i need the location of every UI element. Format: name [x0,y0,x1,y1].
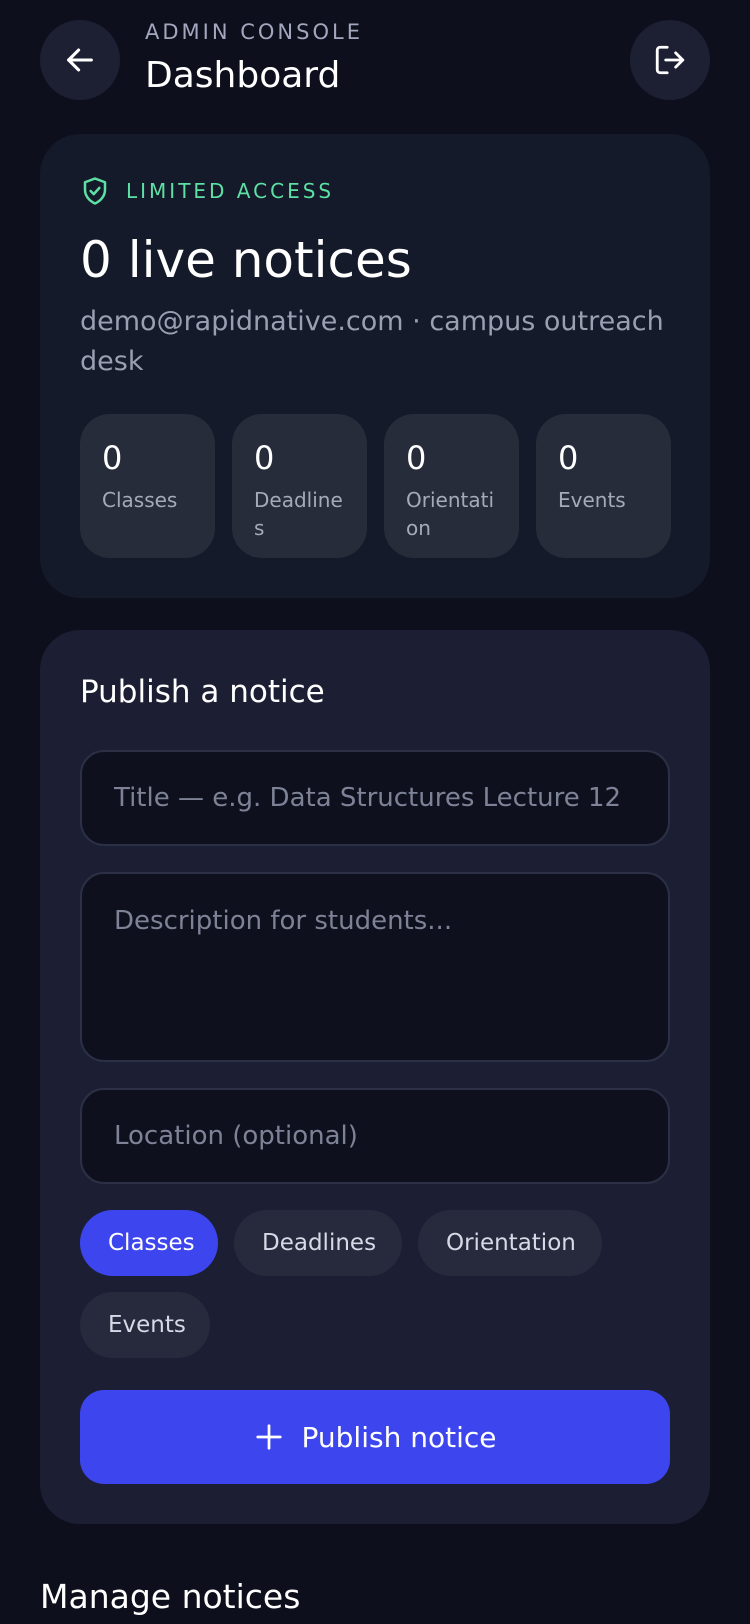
header-eyebrow: ADMIN CONSOLE [145,20,363,44]
stat-deadlines: 0 Deadlines [232,414,367,558]
publish-notice-button[interactable]: Publish notice [80,1390,670,1484]
category-chip-events[interactable]: Events [80,1292,210,1358]
publish-button-label: Publish notice [301,1420,497,1454]
arrow-left-icon [67,48,93,72]
access-summary-card: LIMITED ACCESS 0 live notices demo@rapid… [40,134,710,598]
stat-label: Events [558,488,626,512]
stat-label: Orientation [406,488,494,540]
category-chip-deadlines[interactable]: Deadlines [234,1210,402,1276]
access-badge: LIMITED ACCESS [80,176,334,206]
stat-value: 0 [558,439,579,477]
stat-value: 0 [102,439,123,477]
stat-classes: 0 Classes [80,414,215,558]
stats-row: 0 Classes 0 Deadlines 0 Orientation 0 Ev… [80,414,671,558]
publish-notice-card: Publish a notice Classes Deadlines Orien… [40,630,710,1524]
category-chip-orientation[interactable]: Orientation [418,1210,602,1276]
logout-icon [655,45,685,75]
shield-check-icon [83,177,107,205]
logout-button[interactable] [630,20,710,100]
notice-description-input[interactable] [80,872,670,1062]
category-chip-classes[interactable]: Classes [80,1210,218,1276]
stat-label: Deadlines [254,488,343,540]
notice-location-input[interactable] [80,1088,670,1184]
stat-orientation: 0 Orientation [384,414,519,558]
stat-events: 0 Events [536,414,671,558]
stat-value: 0 [406,439,427,477]
page-title: Dashboard [145,55,341,96]
plus-icon [255,1424,282,1450]
dashboard-screen: ADMIN CONSOLE Dashboard LIMITED ACCESS 0… [0,0,750,1624]
publish-section-title: Publish a notice [80,674,325,710]
access-label: LIMITED ACCESS [126,179,335,203]
back-button[interactable] [40,20,120,100]
header-text: ADMIN CONSOLE Dashboard [145,18,363,98]
account-info: demo@rapidnative.com · campus outreach d… [80,306,664,377]
live-notices-count: 0 live notices [80,231,412,289]
stat-label: Classes [102,488,178,512]
stat-value: 0 [254,439,275,477]
manage-notices-title: Manage notices [40,1577,301,1616]
notice-title-input[interactable] [80,750,670,846]
